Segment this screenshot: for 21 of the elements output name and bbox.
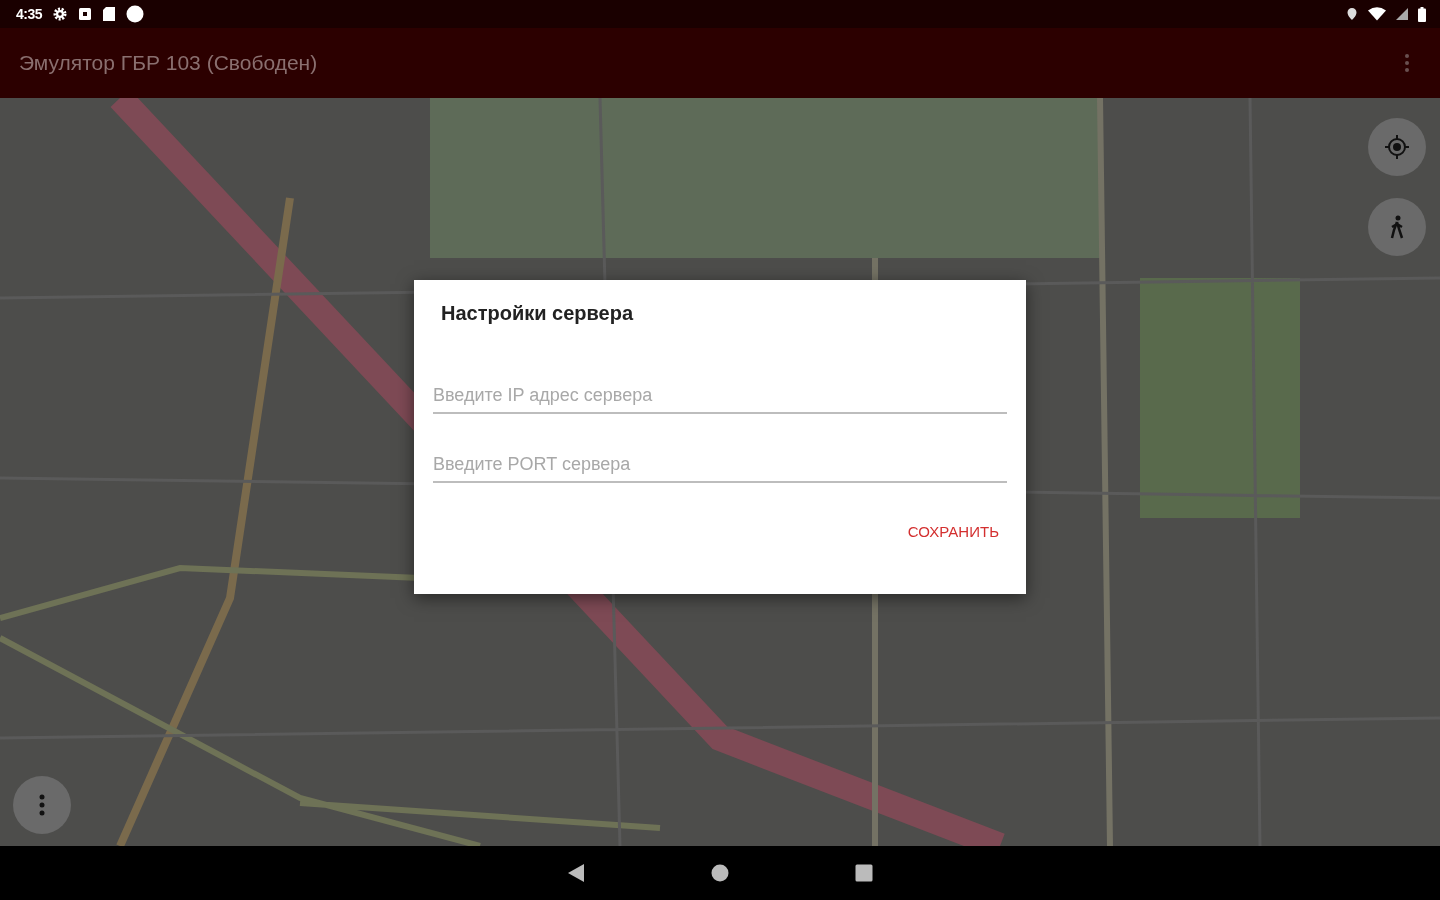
app-title: Эмулятор ГБР 103 (Свободен)	[19, 51, 318, 75]
sd-card-icon	[102, 6, 117, 22]
dialog-title: Настройки сервера	[440, 302, 635, 325]
gear-icon	[52, 6, 69, 22]
more-options-icon[interactable]	[1404, 53, 1410, 73]
back-icon[interactable]	[567, 863, 585, 883]
battery-icon	[1418, 6, 1426, 22]
crosshair-icon	[1384, 134, 1410, 160]
save-button[interactable]: СОХРАНИТЬ	[899, 517, 1007, 546]
circle-icon	[126, 5, 145, 23]
location-icon	[1346, 7, 1358, 21]
recents-icon[interactable]	[855, 864, 873, 882]
square-icon	[78, 7, 93, 21]
walking-person-icon	[1389, 215, 1405, 239]
input-field[interactable]: Введите PORT сервера	[433, 450, 1007, 483]
status-time: 4:35	[16, 6, 43, 22]
home-icon[interactable]	[711, 864, 729, 882]
signal-icon	[1396, 8, 1408, 20]
input-field[interactable]: Введите IP адрес сервера	[433, 381, 1007, 414]
wifi-icon	[1368, 7, 1386, 21]
more-options-icon	[39, 794, 45, 816]
